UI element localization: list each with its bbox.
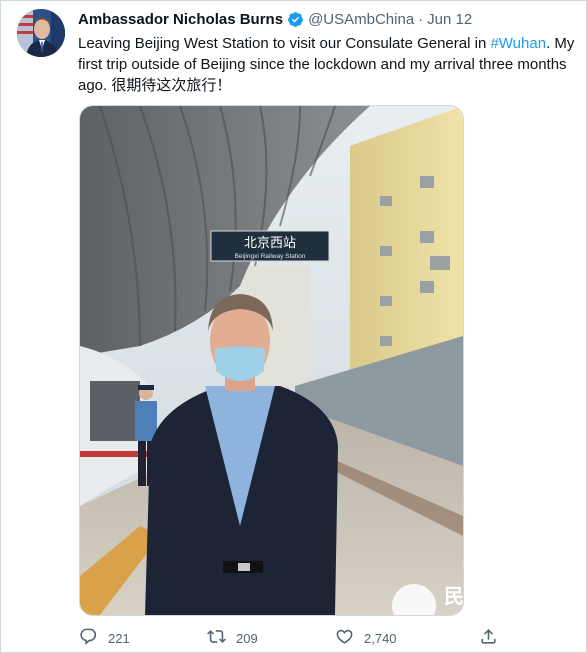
avatar-image <box>17 9 65 57</box>
author-handle[interactable]: @USAmbChina <box>308 11 414 28</box>
share-button[interactable] <box>479 627 498 649</box>
station-sign-en: Beijingxi Railway Station <box>235 253 306 260</box>
author-name[interactable]: Ambassador Nicholas Burns <box>78 11 283 28</box>
tweet-photo[interactable]: 北京西站 Beijingxi Railway Station 民 <box>79 105 464 616</box>
heart-icon <box>335 627 354 649</box>
tweet-actions: 221 209 2,740 <box>79 627 519 649</box>
share-icon <box>479 627 498 649</box>
tweet-text-part: Leaving Beijing West Station to visit ou… <box>78 35 491 52</box>
tweet-header: Ambassador Nicholas Burns @USAmbChina · … <box>78 9 578 29</box>
tweet-body: Ambassador Nicholas Burns @USAmbChina · … <box>78 9 578 96</box>
retweet-icon <box>207 627 226 649</box>
tweet-date[interactable]: Jun 12 <box>427 11 472 28</box>
hashtag-link[interactable]: #Wuhan <box>490 35 546 52</box>
tweet-card[interactable]: Ambassador Nicholas Burns @USAmbChina · … <box>0 0 587 653</box>
station-photo: 北京西站 Beijingxi Railway Station 民 <box>80 106 463 615</box>
verified-badge-icon <box>287 11 304 28</box>
tweet-text: Leaving Beijing West Station to visit ou… <box>78 33 578 96</box>
reply-button[interactable]: 221 <box>79 627 207 649</box>
like-count: 2,740 <box>364 630 397 646</box>
retweet-button[interactable]: 209 <box>207 627 335 649</box>
reply-icon <box>79 627 98 649</box>
reply-count: 221 <box>108 630 130 646</box>
watermark-text: 民 <box>444 584 463 608</box>
like-button[interactable]: 2,740 <box>335 627 479 649</box>
retweet-count: 209 <box>236 630 258 646</box>
separator-dot: · <box>418 10 424 28</box>
station-sign-cn: 北京西站 <box>244 236 296 251</box>
avatar[interactable] <box>17 9 65 57</box>
